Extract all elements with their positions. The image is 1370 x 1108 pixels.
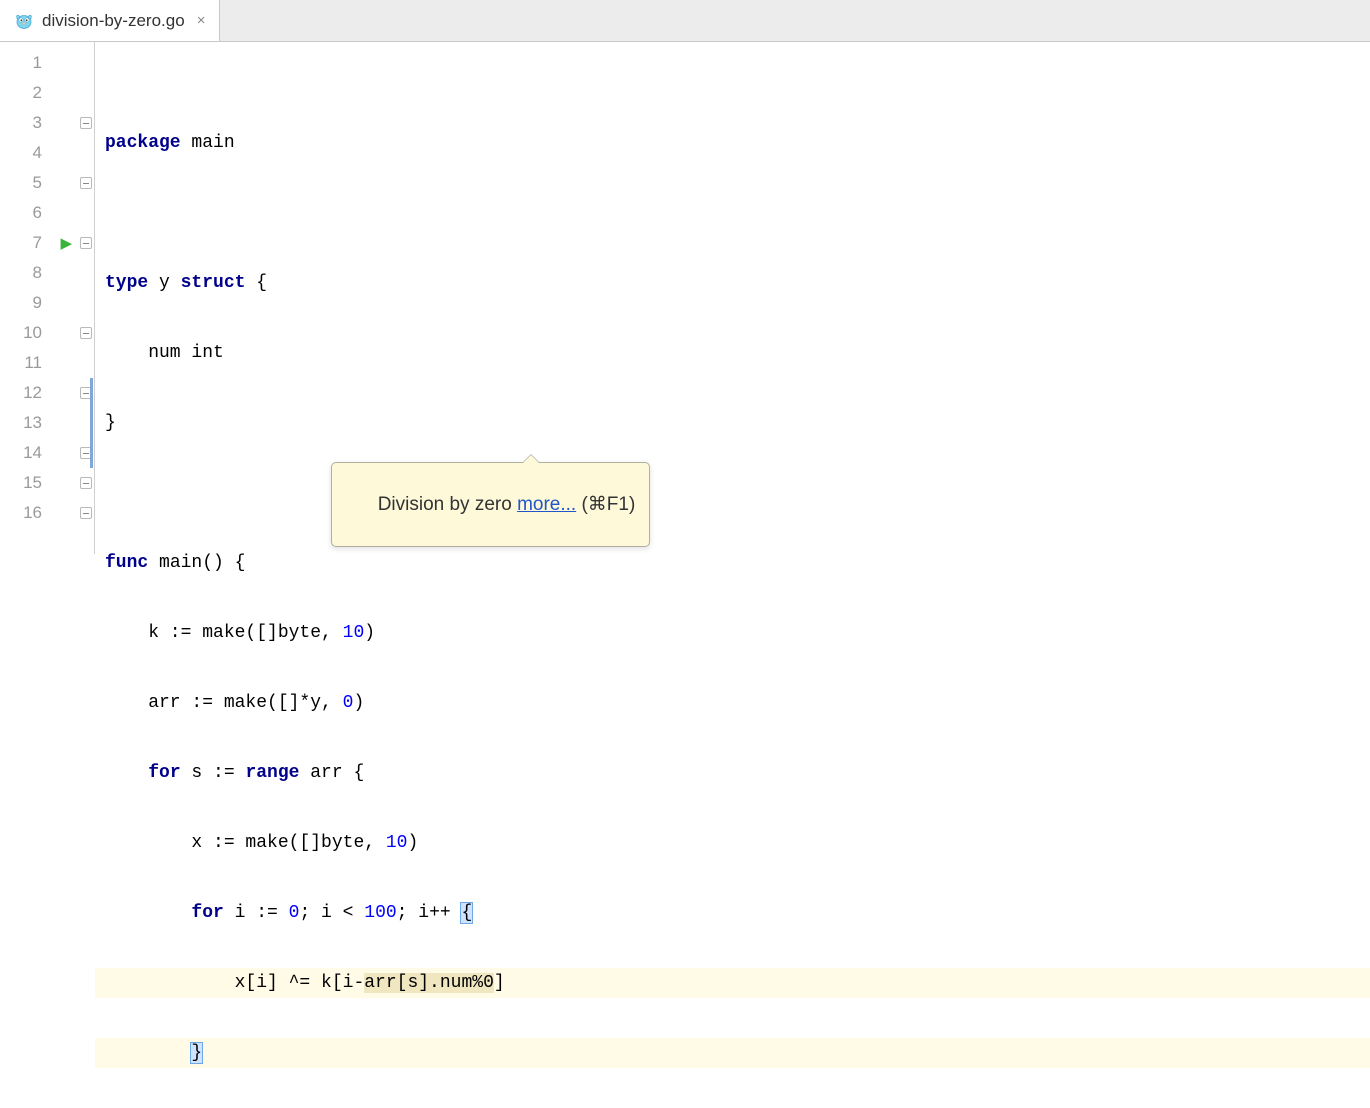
tooltip-shortcut: (⌘F1) xyxy=(576,494,635,515)
inspection-warning-span[interactable]: arr[s].num%0 xyxy=(364,973,494,993)
code-line: num int xyxy=(95,338,1370,368)
fold-toggle-icon[interactable] xyxy=(80,117,92,129)
code-line: package main xyxy=(95,128,1370,158)
tab-filename: division-by-zero.go xyxy=(42,11,185,31)
fold-toggle-icon[interactable] xyxy=(80,327,92,339)
code-line: for i := 0; i < 100; i++ { xyxy=(95,898,1370,928)
code-line xyxy=(95,478,1370,508)
code-line: } xyxy=(95,1038,1370,1068)
line-number: 13 xyxy=(0,408,50,438)
line-number: 6 xyxy=(0,198,50,228)
scope-indicator xyxy=(90,378,93,468)
line-number: 4 xyxy=(0,138,50,168)
gutter-markers: ▶ xyxy=(50,42,95,554)
fold-toggle-icon[interactable] xyxy=(80,237,92,249)
line-number: 2 xyxy=(0,78,50,108)
line-number: 16 xyxy=(0,498,50,528)
line-number: 11 xyxy=(0,348,50,378)
tooltip-message: Division by zero xyxy=(378,494,517,515)
code-line: x := make([]byte, 10) xyxy=(95,828,1370,858)
fold-toggle-icon[interactable] xyxy=(80,507,92,519)
line-number: 10 xyxy=(0,318,50,348)
line-number: 5 xyxy=(0,168,50,198)
file-tab[interactable]: division-by-zero.go × xyxy=(0,0,220,41)
line-number: 15 xyxy=(0,468,50,498)
tab-bar: division-by-zero.go × xyxy=(0,0,1370,42)
line-number: 3 xyxy=(0,108,50,138)
go-file-icon xyxy=(14,11,34,31)
tab-close-icon[interactable]: × xyxy=(197,12,206,29)
line-number: 8 xyxy=(0,258,50,288)
code-area[interactable]: package main type y struct { num int } f… xyxy=(95,42,1370,554)
code-line: for s := range arr { xyxy=(95,758,1370,788)
fold-toggle-icon[interactable] xyxy=(80,477,92,489)
run-gutter-icon[interactable]: ▶ xyxy=(60,234,72,253)
tooltip-more-link[interactable]: more... xyxy=(517,494,576,515)
editor: 1 2 3 4 5 6 7 8 9 10 11 12 13 14 15 16 ▶ xyxy=(0,42,1370,554)
code-line: type y struct { xyxy=(95,268,1370,298)
inspection-tooltip: Division by zero more... (⌘F1) xyxy=(331,462,650,547)
line-number: 14 xyxy=(0,438,50,468)
line-number: 12 xyxy=(0,378,50,408)
code-line xyxy=(95,198,1370,228)
code-line: k := make([]byte, 10) xyxy=(95,618,1370,648)
code-line: func main() { xyxy=(95,548,1370,578)
line-number: 9 xyxy=(0,288,50,318)
line-number: 7 xyxy=(0,228,50,258)
fold-toggle-icon[interactable] xyxy=(80,177,92,189)
code-line: x[i] ^= k[i-arr[s].num%0] xyxy=(95,968,1370,998)
matching-brace: } xyxy=(191,1043,202,1063)
line-number: 1 xyxy=(0,48,50,78)
matching-brace: { xyxy=(461,903,472,923)
line-number-gutter: 1 2 3 4 5 6 7 8 9 10 11 12 13 14 15 16 xyxy=(0,42,50,554)
code-line: arr := make([]*y, 0) xyxy=(95,688,1370,718)
code-line: } xyxy=(95,408,1370,438)
